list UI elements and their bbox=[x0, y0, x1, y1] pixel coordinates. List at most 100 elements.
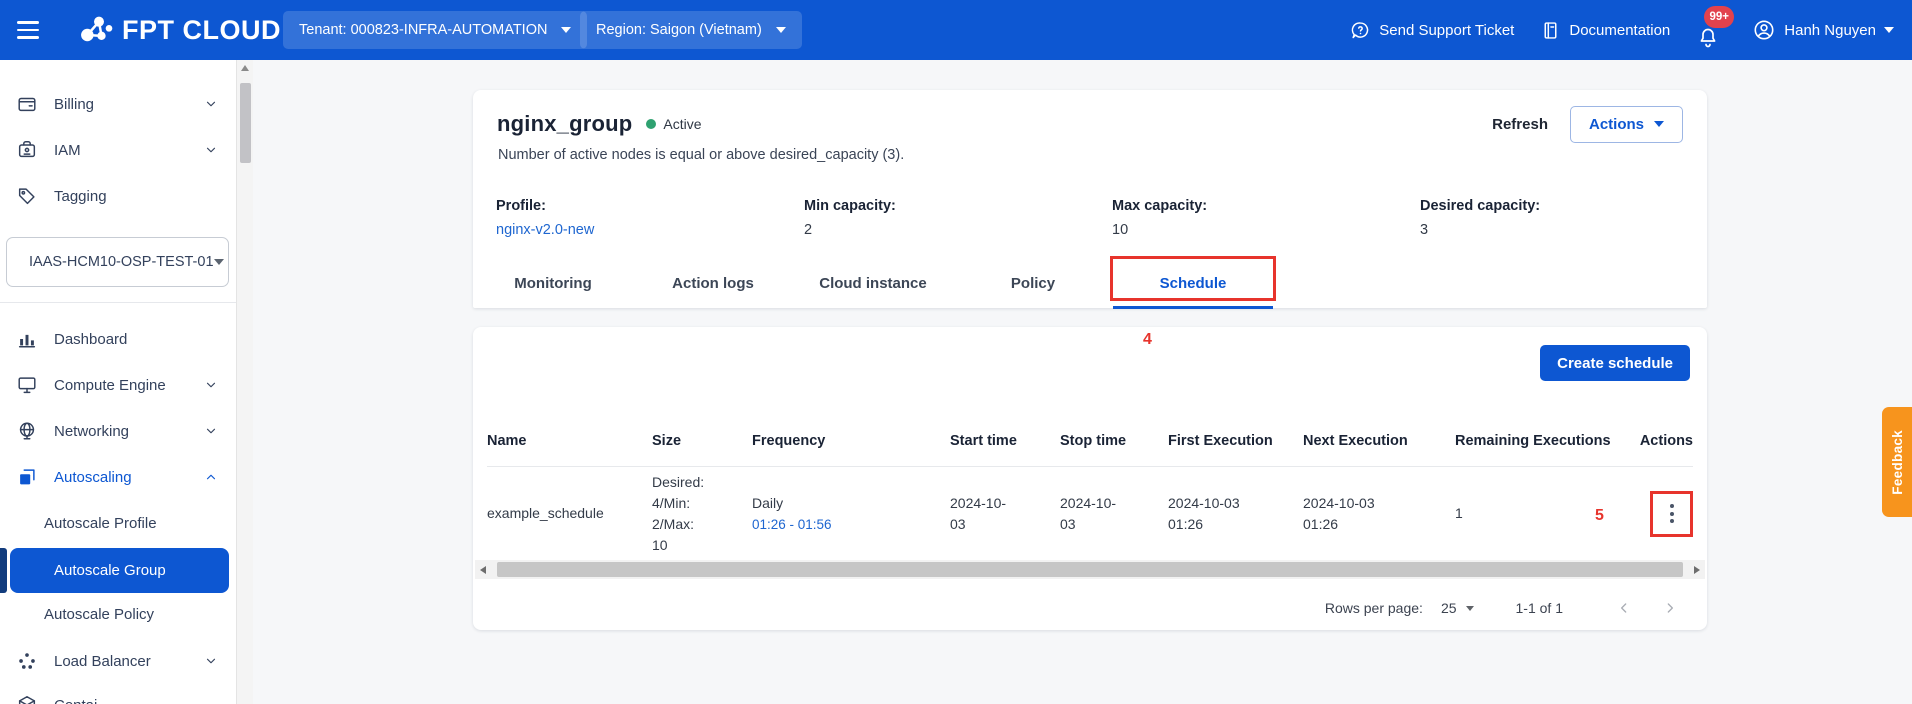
cell-size: Desired: 4/Min: 2/Max: 10 bbox=[652, 472, 752, 556]
profile-link[interactable]: nginx-v2.0-new bbox=[496, 222, 804, 238]
rows-per-page-label: Rows per page: bbox=[1325, 600, 1423, 616]
sidebar-item-autoscale-group[interactable]: Autoscale Group bbox=[10, 548, 229, 593]
scrollbar-thumb[interactable] bbox=[240, 83, 251, 163]
tab-monitoring[interactable]: Monitoring bbox=[473, 258, 633, 308]
logo-molecule-icon bbox=[74, 10, 114, 50]
scrollbar-thumb[interactable] bbox=[497, 562, 1683, 577]
tab-action-logs[interactable]: Action logs bbox=[633, 258, 793, 308]
field-min-capacity: Min capacity: 2 bbox=[804, 198, 1112, 238]
tenant-selector[interactable]: Tenant: 000823-INFRA-AUTOMATION bbox=[283, 11, 587, 49]
chevron-right-icon bbox=[1662, 600, 1678, 616]
pagination-range: 1-1 of 1 bbox=[1516, 600, 1563, 616]
pagination: Rows per page: 25 1-1 of 1 bbox=[1325, 590, 1685, 626]
globe-icon bbox=[16, 420, 38, 442]
cell-first-execution: 2024-10-03 01:26 bbox=[1168, 493, 1303, 535]
wallet-icon bbox=[16, 93, 38, 115]
chevron-up-icon bbox=[204, 470, 218, 484]
chevron-down-icon bbox=[204, 143, 218, 157]
scroll-left-arrow-icon[interactable] bbox=[480, 566, 486, 574]
chevron-down-icon bbox=[561, 27, 571, 33]
tab-schedule[interactable]: Schedule bbox=[1113, 258, 1273, 308]
tenant-label: Tenant: 000823-INFRA-AUTOMATION bbox=[299, 22, 547, 38]
active-item-indicator bbox=[0, 548, 7, 593]
chevron-down-icon bbox=[1654, 121, 1664, 127]
sidebar-item-iam[interactable]: IAM bbox=[0, 127, 236, 173]
cell-start-time: 2024-10- 03 bbox=[950, 493, 1060, 535]
documentation-link[interactable]: Documentation bbox=[1540, 20, 1670, 41]
monitor-icon bbox=[16, 374, 38, 396]
annotation-step-5: 5 bbox=[1595, 507, 1604, 525]
scroll-up-arrow-icon[interactable] bbox=[241, 65, 249, 71]
chevron-down-icon bbox=[776, 27, 786, 33]
sidebar-item-compute-engine[interactable]: Compute Engine bbox=[0, 362, 236, 408]
vpc-selector-value: IAAS-HCM10-OSP-TEST-01 bbox=[29, 254, 214, 270]
field-desired-capacity: Desired capacity: 3 bbox=[1420, 198, 1728, 238]
sidebar-item-autoscale-policy[interactable]: Autoscale Policy bbox=[0, 591, 236, 637]
scroll-right-arrow-icon[interactable] bbox=[1694, 566, 1700, 574]
active-tab-indicator bbox=[1113, 306, 1273, 309]
chevron-down-icon bbox=[204, 654, 218, 668]
container-icon bbox=[16, 694, 38, 704]
logo-text: FPT CLOUD bbox=[122, 15, 281, 46]
avatar-icon bbox=[1752, 18, 1776, 42]
status-dot-icon bbox=[646, 119, 656, 129]
capacity-fields: Profile: nginx-v2.0-new Min capacity: 2 … bbox=[496, 198, 1730, 238]
schedule-card: 4 Create schedule Name Size Frequency St… bbox=[473, 327, 1707, 630]
notifications-button[interactable]: 99+ bbox=[1696, 10, 1726, 50]
sidebar-item-tagging[interactable]: Tagging bbox=[0, 173, 236, 219]
create-schedule-button[interactable]: Create schedule bbox=[1540, 345, 1690, 381]
top-navbar: FPT CLOUD Tenant: 000823-INFRA-AUTOMATIO… bbox=[0, 0, 1912, 60]
tab-policy[interactable]: Policy bbox=[953, 258, 1113, 308]
autoscaling-icon bbox=[16, 466, 38, 488]
refresh-button[interactable]: Refresh bbox=[1492, 116, 1548, 133]
user-name: Hanh Nguyen bbox=[1784, 22, 1876, 39]
previous-page-button[interactable] bbox=[1609, 600, 1639, 616]
sidebar: Billing IAM Tagging IAAS-HCM10-OSP-TEST-… bbox=[0, 60, 236, 704]
send-support-ticket-button[interactable]: Send Support Ticket bbox=[1350, 20, 1514, 41]
bar-chart-icon bbox=[16, 328, 38, 350]
sidebar-item-billing[interactable]: Billing bbox=[0, 81, 236, 127]
feedback-button[interactable]: Feedback bbox=[1882, 407, 1912, 517]
table-header-row: Name Size Frequency Start time Stop time… bbox=[487, 415, 1693, 467]
id-card-icon bbox=[16, 139, 38, 161]
cell-name: example_schedule bbox=[487, 503, 652, 524]
frequency-time-link[interactable]: 01:26 - 01:56 bbox=[752, 514, 950, 535]
actions-button[interactable]: Actions bbox=[1570, 106, 1683, 143]
sidebar-item-autoscaling[interactable]: Autoscaling bbox=[0, 454, 236, 500]
sidebar-scrollbar[interactable] bbox=[236, 60, 253, 704]
sidebar-item-networking[interactable]: Networking bbox=[0, 408, 236, 454]
group-description: Number of active nodes is equal or above… bbox=[498, 147, 904, 163]
cell-next-execution: 2024-10-03 01:26 bbox=[1303, 493, 1455, 535]
app: FPT CLOUD Tenant: 000823-INFRA-AUTOMATIO… bbox=[0, 0, 1912, 704]
cell-stop-time: 2024-10- 03 bbox=[1060, 493, 1168, 535]
rows-per-page-select[interactable]: 25 bbox=[1441, 600, 1474, 616]
field-max-capacity: Max capacity: 10 bbox=[1112, 198, 1420, 238]
region-selector[interactable]: Region: Saigon (Vietnam) bbox=[580, 11, 802, 49]
sidebar-item-load-balancer[interactable]: Load Balancer bbox=[0, 638, 236, 684]
user-menu[interactable]: Hanh Nguyen bbox=[1752, 18, 1894, 42]
cell-actions bbox=[1645, 491, 1693, 537]
chevron-down-icon bbox=[214, 259, 224, 265]
tab-bar: Monitoring Action logs Cloud instance Po… bbox=[473, 258, 1273, 308]
menu-icon[interactable] bbox=[0, 0, 56, 60]
fpt-cloud-logo: FPT CLOUD bbox=[74, 10, 281, 50]
load-balancer-icon bbox=[16, 650, 38, 672]
documentation-icon bbox=[1540, 20, 1561, 41]
navbar-right: Send Support Ticket Documentation 99+ Ha… bbox=[1350, 0, 1894, 60]
group-header-card: nginx_group Active Refresh Actions Numbe… bbox=[473, 90, 1707, 308]
next-page-button[interactable] bbox=[1655, 600, 1685, 616]
field-profile: Profile: nginx-v2.0-new bbox=[496, 198, 804, 238]
sidebar-item-dashboard[interactable]: Dashboard bbox=[0, 316, 236, 362]
row-actions-kebab-icon[interactable] bbox=[1662, 498, 1682, 529]
cell-remaining-executions: 1 bbox=[1455, 503, 1645, 524]
tab-cloud-instance[interactable]: Cloud instance bbox=[793, 258, 953, 308]
sidebar-item-autoscale-profile[interactable]: Autoscale Profile bbox=[0, 500, 236, 546]
annotation-step-4: 4 bbox=[1143, 331, 1152, 349]
chevron-down-icon bbox=[1884, 27, 1894, 33]
region-label: Region: Saigon (Vietnam) bbox=[596, 22, 762, 38]
vpc-selector[interactable]: IAAS-HCM10-OSP-TEST-01 bbox=[6, 237, 229, 287]
table-row: example_schedule Desired: 4/Min: 2/Max: … bbox=[487, 467, 1693, 560]
sidebar-item-container[interactable]: Contai bbox=[0, 682, 236, 704]
chevron-down-icon bbox=[204, 378, 218, 392]
table-horizontal-scrollbar[interactable] bbox=[475, 560, 1705, 579]
